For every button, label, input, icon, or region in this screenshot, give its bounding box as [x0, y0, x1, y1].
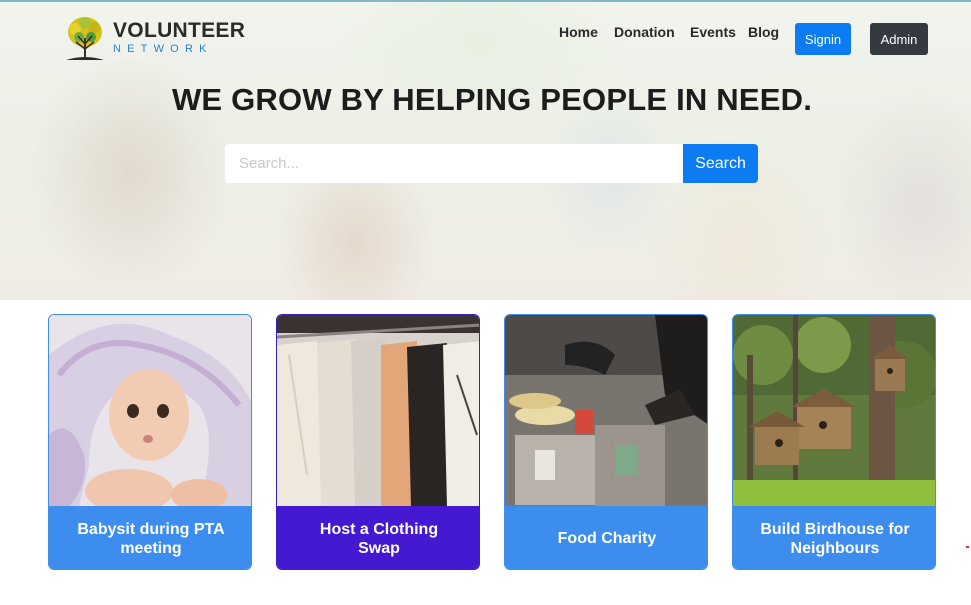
brand-title: VOLUNTEER [113, 19, 246, 42]
edge-marker [966, 546, 969, 548]
clothing-rack-photo [277, 315, 479, 506]
card-babysit[interactable]: Babysit during PTA meeting [48, 314, 252, 570]
nav-events[interactable]: Events [690, 24, 736, 40]
birdhouse-photo [733, 315, 935, 506]
food-charity-photo [505, 315, 707, 506]
card-food-charity[interactable]: Food Charity [504, 314, 708, 570]
search-button[interactable]: Search [683, 144, 758, 183]
search-input[interactable] [225, 144, 684, 183]
card-clothing-swap[interactable]: Host a Clothing Swap [276, 314, 480, 570]
tree-logo-icon [66, 17, 104, 60]
hero-banner: VOLUNTEER NETWORK Home Donation Events B… [0, 0, 971, 300]
nav-donation[interactable]: Donation [614, 24, 675, 40]
brand-subtitle: NETWORK [113, 43, 213, 55]
site-logo[interactable]: VOLUNTEER NETWORK [60, 14, 245, 64]
card-birdhouse[interactable]: Build Birdhouse for Neighbours [732, 314, 936, 570]
card-title: Food Charity [505, 506, 707, 569]
admin-button[interactable]: Admin [870, 23, 928, 55]
card-title: Babysit during PTA meeting [49, 506, 251, 569]
signin-button[interactable]: Signin [795, 23, 851, 55]
nav-home[interactable]: Home [559, 24, 598, 40]
card-title: Build Birdhouse for Neighbours [733, 506, 935, 569]
hero-headline: WE GROW BY HELPING PEOPLE IN NEED. [171, 82, 813, 117]
card-title: Host a Clothing Swap [277, 506, 479, 569]
baby-photo [49, 315, 251, 506]
nav-blog[interactable]: Blog [748, 24, 779, 40]
